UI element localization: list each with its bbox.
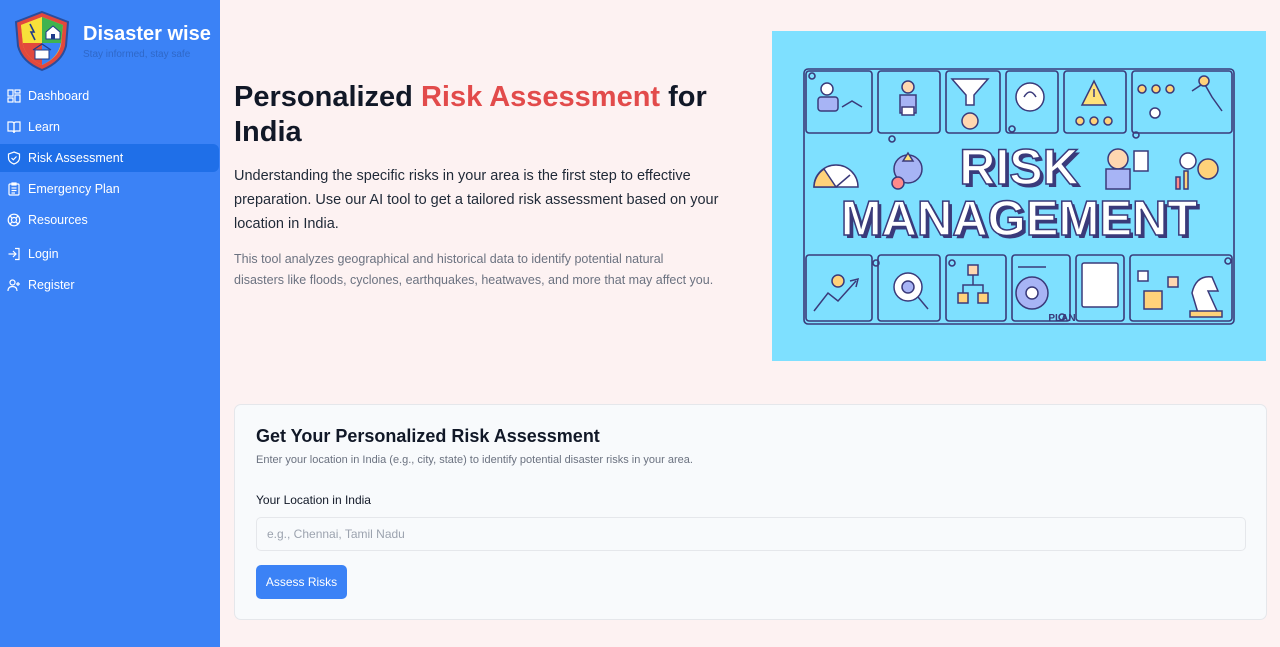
risk-management-illustration: PLAN RISK RISK MANAGEMENT MANAGEMENT: [772, 31, 1266, 361]
sidebar-item-label: Emergency Plan: [28, 182, 120, 196]
login-icon: [7, 247, 21, 261]
sidebar-item-learn[interactable]: Learn: [0, 113, 220, 141]
assess-risks-button[interactable]: Assess Risks: [256, 565, 347, 599]
grid-icon: [7, 89, 21, 103]
brand-tagline: Stay informed, stay safe: [83, 49, 191, 60]
shield-icon: [7, 151, 21, 165]
title-accent: Risk Assessment: [420, 81, 661, 113]
brand-name: Disaster wise: [83, 23, 211, 45]
plan-label: PLAN: [1048, 313, 1075, 324]
user-plus-icon: [7, 278, 21, 292]
sidebar-item-label: Resources: [28, 213, 88, 227]
clipboard-icon: [7, 182, 21, 196]
illustration-art: PLAN RISK RISK MANAGEMENT MANAGEMENT: [803, 68, 1235, 325]
card-title: Get Your Personalized Risk Assessment: [256, 426, 600, 446]
title-prefix: Personalized: [234, 81, 413, 113]
sidebar-item-register[interactable]: Register: [0, 271, 220, 299]
location-label: Your Location in India: [256, 493, 371, 507]
lifebuoy-icon: [7, 213, 21, 227]
card-subtitle: Enter your location in India (e.g., city…: [256, 454, 693, 466]
sidebar-item-label: Register: [28, 278, 75, 292]
sidebar: Disaster wise Stay informed, stay safe D…: [0, 0, 220, 647]
sidebar-item-emergency-plan[interactable]: Emergency Plan: [0, 175, 220, 203]
sidebar-item-risk-assessment[interactable]: Risk Assessment: [0, 144, 219, 172]
location-input[interactable]: [256, 517, 1246, 551]
hero-note: This tool analyzes geographical and hist…: [234, 252, 714, 287]
brand[interactable]: Disaster wise Stay informed, stay safe: [12, 10, 212, 72]
hero-description: Understanding the specific risks in your…: [234, 168, 719, 232]
sidebar-item-login[interactable]: Login: [0, 240, 220, 268]
risk-assessment-card: Get Your Personalized Risk Assessment En…: [234, 404, 1267, 620]
sidebar-item-label: Dashboard: [28, 89, 90, 103]
sidebar-item-label: Risk Assessment: [28, 151, 124, 165]
shield-logo-icon: [14, 10, 70, 72]
book-icon: [7, 120, 21, 134]
sidebar-item-label: Learn: [28, 120, 60, 134]
sidebar-item-dashboard[interactable]: Dashboard: [0, 82, 220, 110]
illus-management-text: MANAGEMENT: [841, 192, 1198, 246]
page-title: Personalized Risk Assessment for India: [234, 80, 734, 150]
sidebar-item-label: Login: [28, 247, 59, 261]
illus-risk-text: RISK: [959, 139, 1078, 195]
sidebar-item-resources[interactable]: Resources: [0, 206, 220, 234]
